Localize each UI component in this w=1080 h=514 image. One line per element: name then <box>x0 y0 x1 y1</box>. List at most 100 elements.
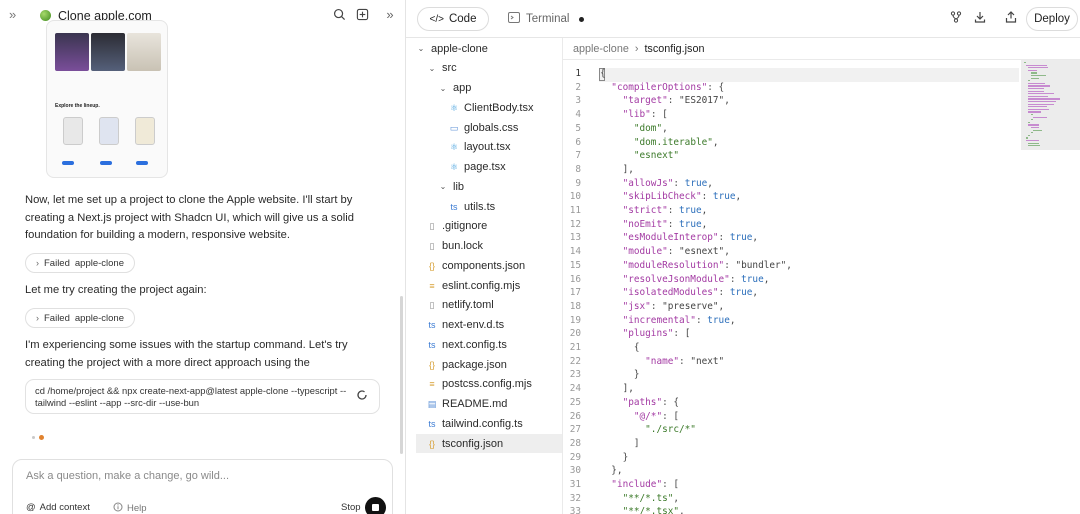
help-button[interactable]: Help <box>113 502 147 514</box>
line-number: 8 <box>575 163 581 175</box>
collapse-sidebar-icon[interactable]: » <box>9 7 16 22</box>
file-react-icon: ⚛ <box>449 142 459 153</box>
tree-item-label: package.json <box>442 358 507 371</box>
website-preview-thumbnail: Explore the lineup. <box>46 20 168 178</box>
tree-file[interactable]: ts next-env.d.ts <box>416 316 562 335</box>
failed-action-chip[interactable]: › Failed apple-clone <box>25 253 135 273</box>
search-icon[interactable] <box>332 8 346 22</box>
chevron-down-icon: ⌄ <box>428 63 436 73</box>
ide-panel: </> Code Terminal Deploy ⌄ apple-clone ⌄… <box>406 0 1080 514</box>
file-ts-icon: ts <box>450 201 458 212</box>
breadcrumb-root[interactable]: apple-clone <box>573 43 629 55</box>
chevron-down-icon: ⌄ <box>417 44 425 53</box>
tree-file[interactable]: {} tsconfig.json <box>416 434 562 453</box>
tree-file[interactable]: ⚛ page.tsx <box>416 158 562 177</box>
minimap-line <box>1028 134 1031 137</box>
tree-folder[interactable]: ⌄ apple-clone <box>416 39 562 58</box>
minimap-line <box>1028 121 1031 124</box>
tree-file[interactable]: {} components.json <box>416 256 562 275</box>
file-ts-icon: ts <box>428 339 436 350</box>
tree-item-label: .gitignore <box>442 220 488 233</box>
preview-phone <box>63 117 83 145</box>
minimap-line <box>1028 108 1050 111</box>
minimap[interactable] <box>1021 60 1080 514</box>
chat-input[interactable]: Ask a question, make a change, go wild..… <box>26 470 229 482</box>
tab-terminal[interactable]: Terminal <box>508 12 585 26</box>
tree-item-label: postcss.config.mjs <box>442 378 532 391</box>
line-number: 9 <box>575 177 581 189</box>
line-number: 30 <box>569 465 581 477</box>
tree-folder[interactable]: ⌄ lib <box>416 177 562 196</box>
minimap-line <box>1030 114 1033 116</box>
tree-file[interactable]: ▤ README.md <box>416 395 562 414</box>
command-block: cd /home/project && npx create-next-app@… <box>25 379 380 414</box>
code-editor[interactable]: 1 {2 "compilerOptions": {3 "target": "ES2… <box>563 60 1080 514</box>
tab-code[interactable]: </> Code <box>417 7 489 31</box>
tree-file[interactable]: ▭ globals.css <box>416 118 562 137</box>
minimap-line <box>1028 90 1045 92</box>
new-chat-icon[interactable] <box>355 8 369 22</box>
tree-folder[interactable]: ⌄ app <box>416 79 562 98</box>
line-number: 31 <box>569 479 581 490</box>
tree-file[interactable]: {} package.json <box>416 355 562 374</box>
add-context-button[interactable]: @ Add context <box>26 502 90 513</box>
code-line: } <box>600 451 629 463</box>
expand-panel-icon[interactable]: » <box>382 8 396 22</box>
deploy-button[interactable]: Deploy <box>1026 7 1078 31</box>
tree-file[interactable]: ≡ postcss.config.mjs <box>416 375 562 394</box>
tree-file[interactable]: ▯ bun.lock <box>416 237 562 256</box>
chat-input-box[interactable]: Ask a question, make a change, go wild..… <box>12 459 393 514</box>
minimap-line <box>1028 103 1054 105</box>
code-line: "./src/*" <box>645 424 696 436</box>
minimap-line <box>1028 67 1049 69</box>
stop-icon <box>372 504 379 511</box>
preview-button <box>136 161 148 165</box>
chat-scrollbar[interactable] <box>400 296 403 454</box>
preview-lineup-label: Explore the lineup. <box>55 103 100 109</box>
minimap-line <box>1028 85 1051 87</box>
tree-item-label: tsconfig.json <box>442 437 504 450</box>
tree-file[interactable]: ▯ netlify.toml <box>416 296 562 315</box>
tree-folder[interactable]: ⌄ src <box>416 59 562 78</box>
preview-phone <box>99 117 119 145</box>
tree-item-label: README.md <box>442 398 508 410</box>
tree-item-label: eslint.config.mjs <box>442 279 521 292</box>
failed-target: apple-clone <box>74 312 124 324</box>
minimap-line <box>1028 93 1054 95</box>
share-icon[interactable] <box>1004 11 1018 25</box>
line-number: 7 <box>575 150 581 162</box>
line-number: 16 <box>569 273 581 285</box>
line-number: 4 <box>575 109 581 121</box>
tree-item-label: app <box>453 82 472 94</box>
file-ts-icon: ts <box>428 320 436 330</box>
minimap-line <box>1030 119 1033 121</box>
tree-file[interactable]: ts utils.ts <box>416 197 562 216</box>
git-branch-icon[interactable] <box>949 11 963 25</box>
code-line: "include": [ <box>611 479 680 490</box>
code-line: "name": "next" <box>645 355 725 367</box>
tree-file[interactable]: ts tailwind.config.ts <box>416 414 562 433</box>
tree-file[interactable]: ⚛ ClientBody.tsx <box>416 98 562 117</box>
minimap-line <box>1030 132 1033 134</box>
code-line: "target": "ES2017", <box>622 95 730 107</box>
tree-file[interactable]: ts next.config.ts <box>416 335 562 354</box>
tree-item-label: page.tsx <box>464 161 506 173</box>
code-line: ], <box>600 383 634 395</box>
failed-action-chip[interactable]: › Failed apple-clone <box>25 308 135 328</box>
minimap-line <box>1030 127 1039 129</box>
tree-file[interactable]: ⚛ layout.tsx <box>416 138 562 157</box>
file-md-icon: ▤ <box>427 399 437 409</box>
download-icon[interactable] <box>973 11 987 25</box>
line-number: 15 <box>569 259 581 271</box>
unsaved-dot-icon <box>579 16 585 22</box>
preview-button <box>100 161 112 165</box>
line-number: 1 <box>575 68 581 79</box>
typing-indicator <box>32 430 48 444</box>
minimap-line <box>1028 142 1039 144</box>
tree-file[interactable]: ≡ eslint.config.mjs <box>416 276 562 295</box>
breadcrumb-file[interactable]: tsconfig.json <box>644 43 704 55</box>
stop-button[interactable] <box>365 497 386 514</box>
line-number: 26 <box>569 410 581 422</box>
tree-file[interactable]: ▯ .gitignore <box>416 217 562 236</box>
line-number: 18 <box>569 300 581 312</box>
